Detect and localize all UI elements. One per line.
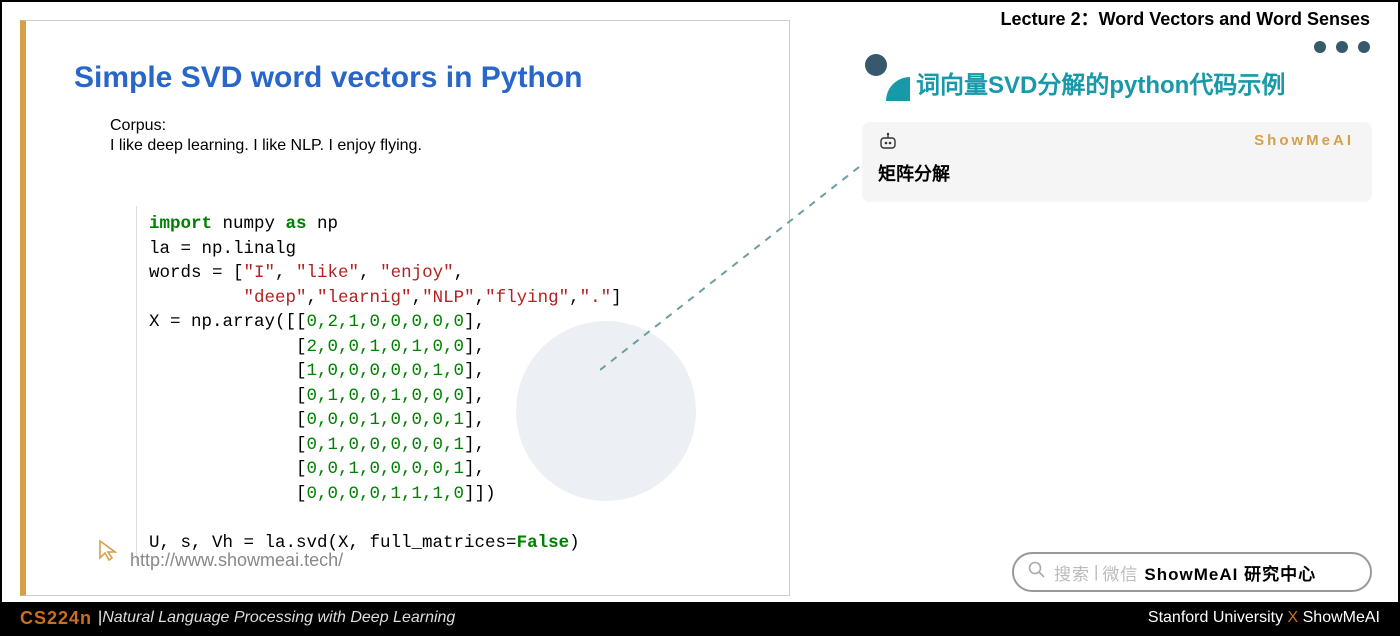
search-target: ShowMeAI 研究中心 bbox=[1144, 560, 1316, 585]
slide-title: Simple SVD word vectors in Python bbox=[74, 61, 789, 95]
footer-credit: Stanford University X ShowMeAI bbox=[1148, 609, 1380, 627]
lecture-header: Lecture 2：Word Vectors and Word Senses bbox=[1001, 5, 1370, 31]
course-subtitle: Natural Language Processing with Deep Le… bbox=[102, 609, 455, 627]
search-icon bbox=[1028, 561, 1046, 584]
code-block: import numpy as np la = np.linalg words … bbox=[136, 206, 666, 563]
slide-panel: Simple SVD word vectors in Python Corpus… bbox=[20, 20, 790, 596]
section-icon bbox=[862, 53, 910, 106]
cursor-icon bbox=[96, 538, 122, 569]
brand-label: ShowMeAI bbox=[1254, 132, 1354, 149]
course-code: CS224n bbox=[20, 608, 92, 629]
search-placeholder: 搜索 bbox=[1054, 560, 1090, 585]
section-title: 词向量SVD分解的python代码示例 bbox=[916, 65, 1285, 100]
section-dots bbox=[1304, 40, 1370, 58]
annotation-text: 矩阵分解 bbox=[878, 160, 950, 186]
search-channel: 微信 bbox=[1102, 560, 1138, 585]
footer-bar: CS224n | Natural Language Processing wit… bbox=[2, 602, 1398, 634]
corpus-label: Corpus: bbox=[110, 117, 789, 135]
bot-icon bbox=[878, 132, 898, 157]
slide-url[interactable]: http://www.showmeai.tech/ bbox=[130, 550, 343, 571]
annotation-card: ShowMeAI 矩阵分解 bbox=[862, 122, 1372, 202]
search-box[interactable]: 搜索 | 微信 ShowMeAI 研究中心 bbox=[1012, 552, 1372, 592]
corpus-text: I like deep learning. I like NLP. I enjo… bbox=[110, 137, 789, 155]
